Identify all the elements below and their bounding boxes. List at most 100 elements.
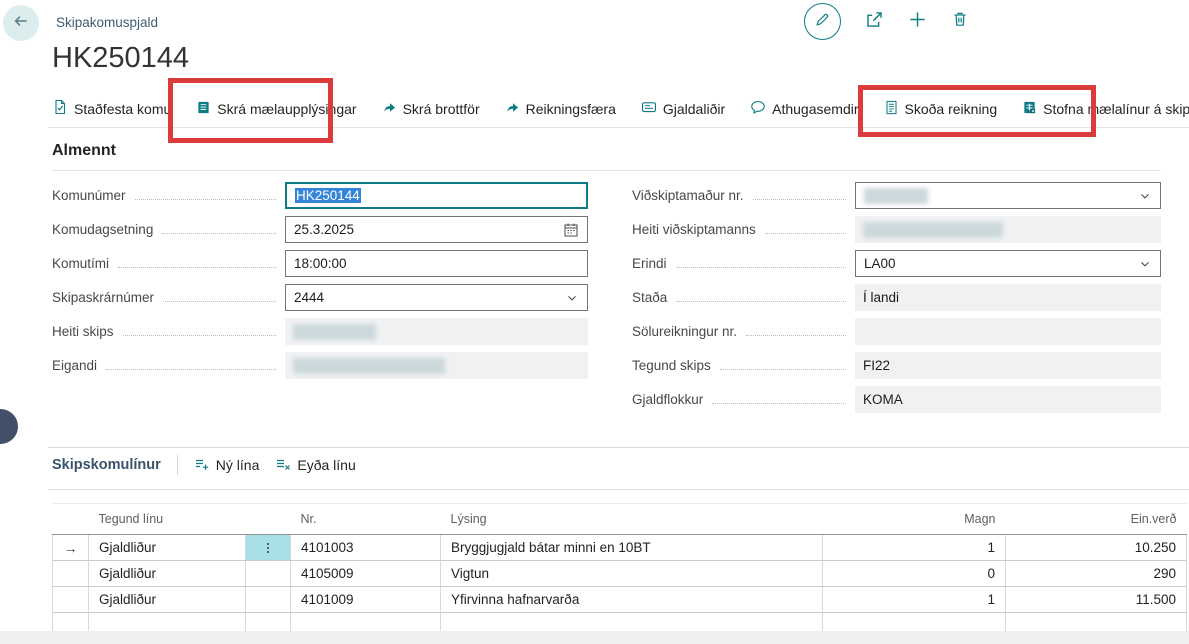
delete-line-button[interactable]: Eyða línu [275,456,355,475]
chevron-down-icon[interactable] [565,291,579,305]
cell-lysing[interactable]: Vigtun [441,561,823,587]
edit-button[interactable] [804,3,841,40]
action-label: Skrá brottför [403,101,480,117]
column-header-tegund-linu[interactable]: Tegund línu [89,504,246,535]
dotted-leader [118,267,276,268]
dotted-leader [135,199,276,200]
row-marker-cell [53,587,89,613]
cell-tegund[interactable]: Gjaldliður [89,587,246,613]
dotted-leader [163,301,276,302]
cell-tegund[interactable]: Gjaldliður [89,535,246,561]
solureikningur-field [855,318,1161,345]
redacted-value [293,324,376,340]
stada-value: Í landi [863,290,899,305]
komunumer-input[interactable]: HK250144 [285,182,588,209]
row-options-button[interactable] [246,535,291,561]
cell-einverd[interactable]: 11.500 [1006,587,1187,613]
field-komudagsetning: Komudagsetning 25.3.2025 [52,216,588,243]
action-reikningsfaera[interactable]: Reikningsfæra [505,100,616,118]
column-header-einverd[interactable]: Ein.verð [1006,504,1187,535]
side-panel-handle[interactable] [0,409,18,444]
row-marker-cell [53,561,89,587]
card-lines-icon [641,99,657,118]
dotted-leader [753,199,846,200]
document-icon [884,100,899,118]
new-line-button[interactable]: Ný lína [194,456,260,475]
cell-magn[interactable]: 1 [823,535,1006,561]
cell-tegund[interactable]: Gjaldliður [89,561,246,587]
curved-arrow-icon [505,100,520,118]
field-solureikningur-nr: Sölureikningur nr. [632,318,1161,345]
skipaskrarnumer-input[interactable]: 2444 [285,284,588,311]
cell-einverd[interactable]: 10.250 [1006,535,1187,561]
action-athugasemdir[interactable]: Athugasemdir [750,99,858,118]
tegund-skips-field: FI22 [855,352,1161,379]
delete-button[interactable] [951,10,969,33]
redacted-value [864,188,928,204]
calendar-icon[interactable] [563,222,579,238]
field-label: Heiti skips [52,324,114,339]
ellipsis-icon [246,535,290,560]
new-line-icon [194,456,210,475]
table-row: → Gjaldliður 4101003 Bryggjugjald bátar … [53,535,1187,561]
ledger-icon [196,100,211,118]
cell-lysing[interactable]: Yfirvinna hafnarvarða [441,587,823,613]
row-marker-column-header [53,504,89,535]
dotted-leader [106,369,276,370]
action-skoda-reikning[interactable]: Skoða reikning [884,100,998,118]
field-label: Heiti viðskiptamanns [632,222,756,237]
lines-section-title[interactable]: Skipskomulínur [52,457,161,473]
dotted-leader [746,335,846,336]
cell-lysing[interactable]: Bryggjugjald bátar minni en 10BT [441,535,823,561]
vertical-separator [177,455,178,475]
field-komutimi: Komutími 18:00:00 [52,250,588,277]
column-header-lysing[interactable]: Lýsing [441,504,823,535]
cell-nr[interactable]: 4105009 [291,561,441,587]
erindi-input[interactable]: LA00 [855,250,1161,277]
dotted-leader [123,335,276,336]
cell-nr[interactable]: 4101009 [291,587,441,613]
row-options-cell[interactable] [246,561,291,587]
breadcrumb[interactable]: Skipakomuspjald [56,15,158,30]
komudagsetning-input[interactable]: 25.3.2025 [285,216,588,243]
erindi-value: LA00 [864,256,896,271]
row-options-column-header [246,504,291,535]
row-options-cell[interactable] [246,587,291,613]
field-erindi: Erindi LA00 [632,250,1161,277]
cell-magn[interactable]: 0 [823,561,1006,587]
action-stadfesta-komu[interactable]: Staðfesta komu [52,99,171,118]
field-label: Tegund skips [632,358,711,373]
table-row: Gjaldliður 4101009 Yfirvinna hafnarvarða… [53,587,1187,613]
action-label: Athugasemdir [772,101,858,117]
column-header-nr[interactable]: Nr. [291,504,441,535]
back-button[interactable] [3,5,39,41]
action-gjaldalidir[interactable]: Gjaldaliðir [641,99,725,118]
field-vidskiptamadur-nr: Viðskiptamaður nr. [632,182,1161,209]
action-label: Staðfesta komu [74,101,171,117]
action-skra-brottfor[interactable]: Skrá brottför [382,100,480,118]
field-label: Komutími [52,256,109,271]
cell-magn[interactable]: 1 [823,587,1006,613]
chevron-down-icon[interactable] [1138,257,1152,271]
chevron-down-icon[interactable] [1138,189,1152,203]
general-left-column: Komunúmer HK250144 Komudagsetning 25.3.2… [52,182,588,379]
share-button[interactable] [865,10,884,34]
header-icon-bar [804,3,969,40]
cell-nr[interactable]: 4101003 [291,535,441,561]
column-header-magn[interactable]: Magn [823,504,1006,535]
komutimi-input[interactable]: 18:00:00 [285,250,588,277]
vidskiptamadur-input[interactable] [855,182,1161,209]
cell-einverd[interactable]: 290 [1006,561,1187,587]
dotted-leader [712,403,846,404]
new-button[interactable] [908,10,927,34]
action-label: Skrá mælaupplýsingar [217,101,356,117]
pencil-icon [814,11,831,33]
field-gjaldflokkur: Gjaldflokkur KOMA [632,386,1161,413]
table-header-row: Tegund línu Nr. Lýsing Magn Ein.verð [53,504,1187,535]
page-bottom-strip [0,631,1189,644]
field-heiti-vidskiptamanns: Heiti viðskiptamanns [632,216,1161,243]
action-skra-maelaupplysingar[interactable]: Skrá mælaupplýsingar [196,100,356,118]
section-title-almennt[interactable]: Almennt [52,142,116,160]
action-stofna-maelalinur[interactable]: Stofna mælalínur á skipskomu [1022,100,1189,118]
heiti-vidskiptamanns-field [855,216,1161,243]
